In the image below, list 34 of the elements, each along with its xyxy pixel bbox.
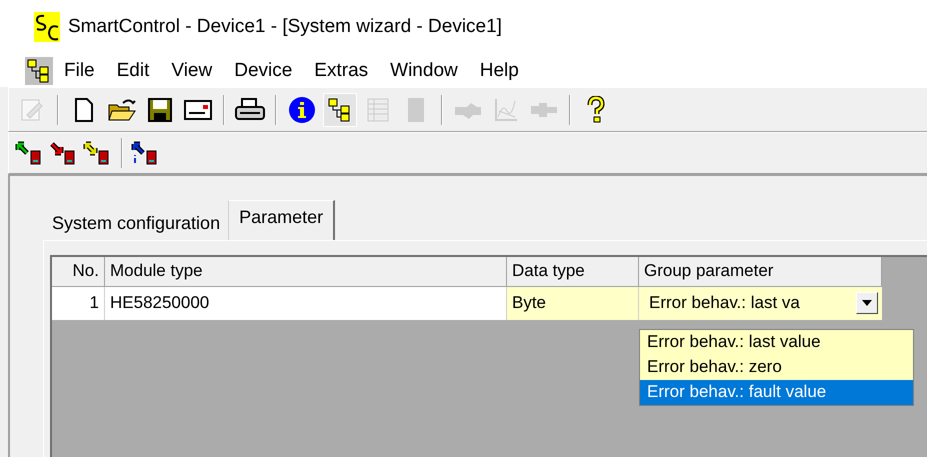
dropdown-option[interactable]: Error behav.: zero (640, 354, 913, 380)
menu-item[interactable]: Window (379, 60, 469, 82)
toolbar-button[interactable] (323, 92, 357, 126)
dropdown-option[interactable]: Error behav.: fault value (640, 380, 913, 405)
card-icon (183, 98, 213, 122)
caret-icon (862, 300, 872, 306)
table-cell: HE58250000 (105, 286, 507, 320)
menu-item[interactable]: Edit (106, 60, 160, 82)
info-icon (288, 96, 316, 124)
printer-icon (234, 96, 266, 122)
group-parameter-dropdown[interactable]: Error behav.: last va (639, 286, 882, 320)
menu-item[interactable]: Extras (303, 60, 380, 82)
table-icon (366, 96, 390, 122)
menu-item[interactable]: Device (223, 60, 304, 82)
app-logo-icon (34, 12, 60, 42)
column-header: Data type (507, 256, 639, 287)
menu-item[interactable]: Help (468, 60, 530, 82)
column-header: Group parameter (639, 256, 882, 287)
tab[interactable]: Parameter (228, 200, 336, 240)
column-header: No. (52, 256, 105, 287)
window-title: SmartControl - Device1 - [System wizard - Device1] (68, 16, 502, 38)
column-header: Module type (105, 256, 507, 287)
table-cell: Byte (507, 286, 639, 320)
edit-icon (19, 96, 45, 122)
tree-icon[interactable] (25, 56, 53, 85)
chart-icon (493, 96, 519, 122)
folder-icon (107, 96, 137, 122)
panel-icon (406, 96, 426, 122)
document-icon (72, 96, 96, 122)
dropdown-option[interactable]: Error behav.: last value (640, 330, 913, 355)
table-cell: 1 (52, 286, 105, 320)
help-icon (586, 96, 606, 124)
menu-item[interactable]: File (53, 60, 106, 82)
menu-item[interactable]: View (160, 60, 224, 82)
